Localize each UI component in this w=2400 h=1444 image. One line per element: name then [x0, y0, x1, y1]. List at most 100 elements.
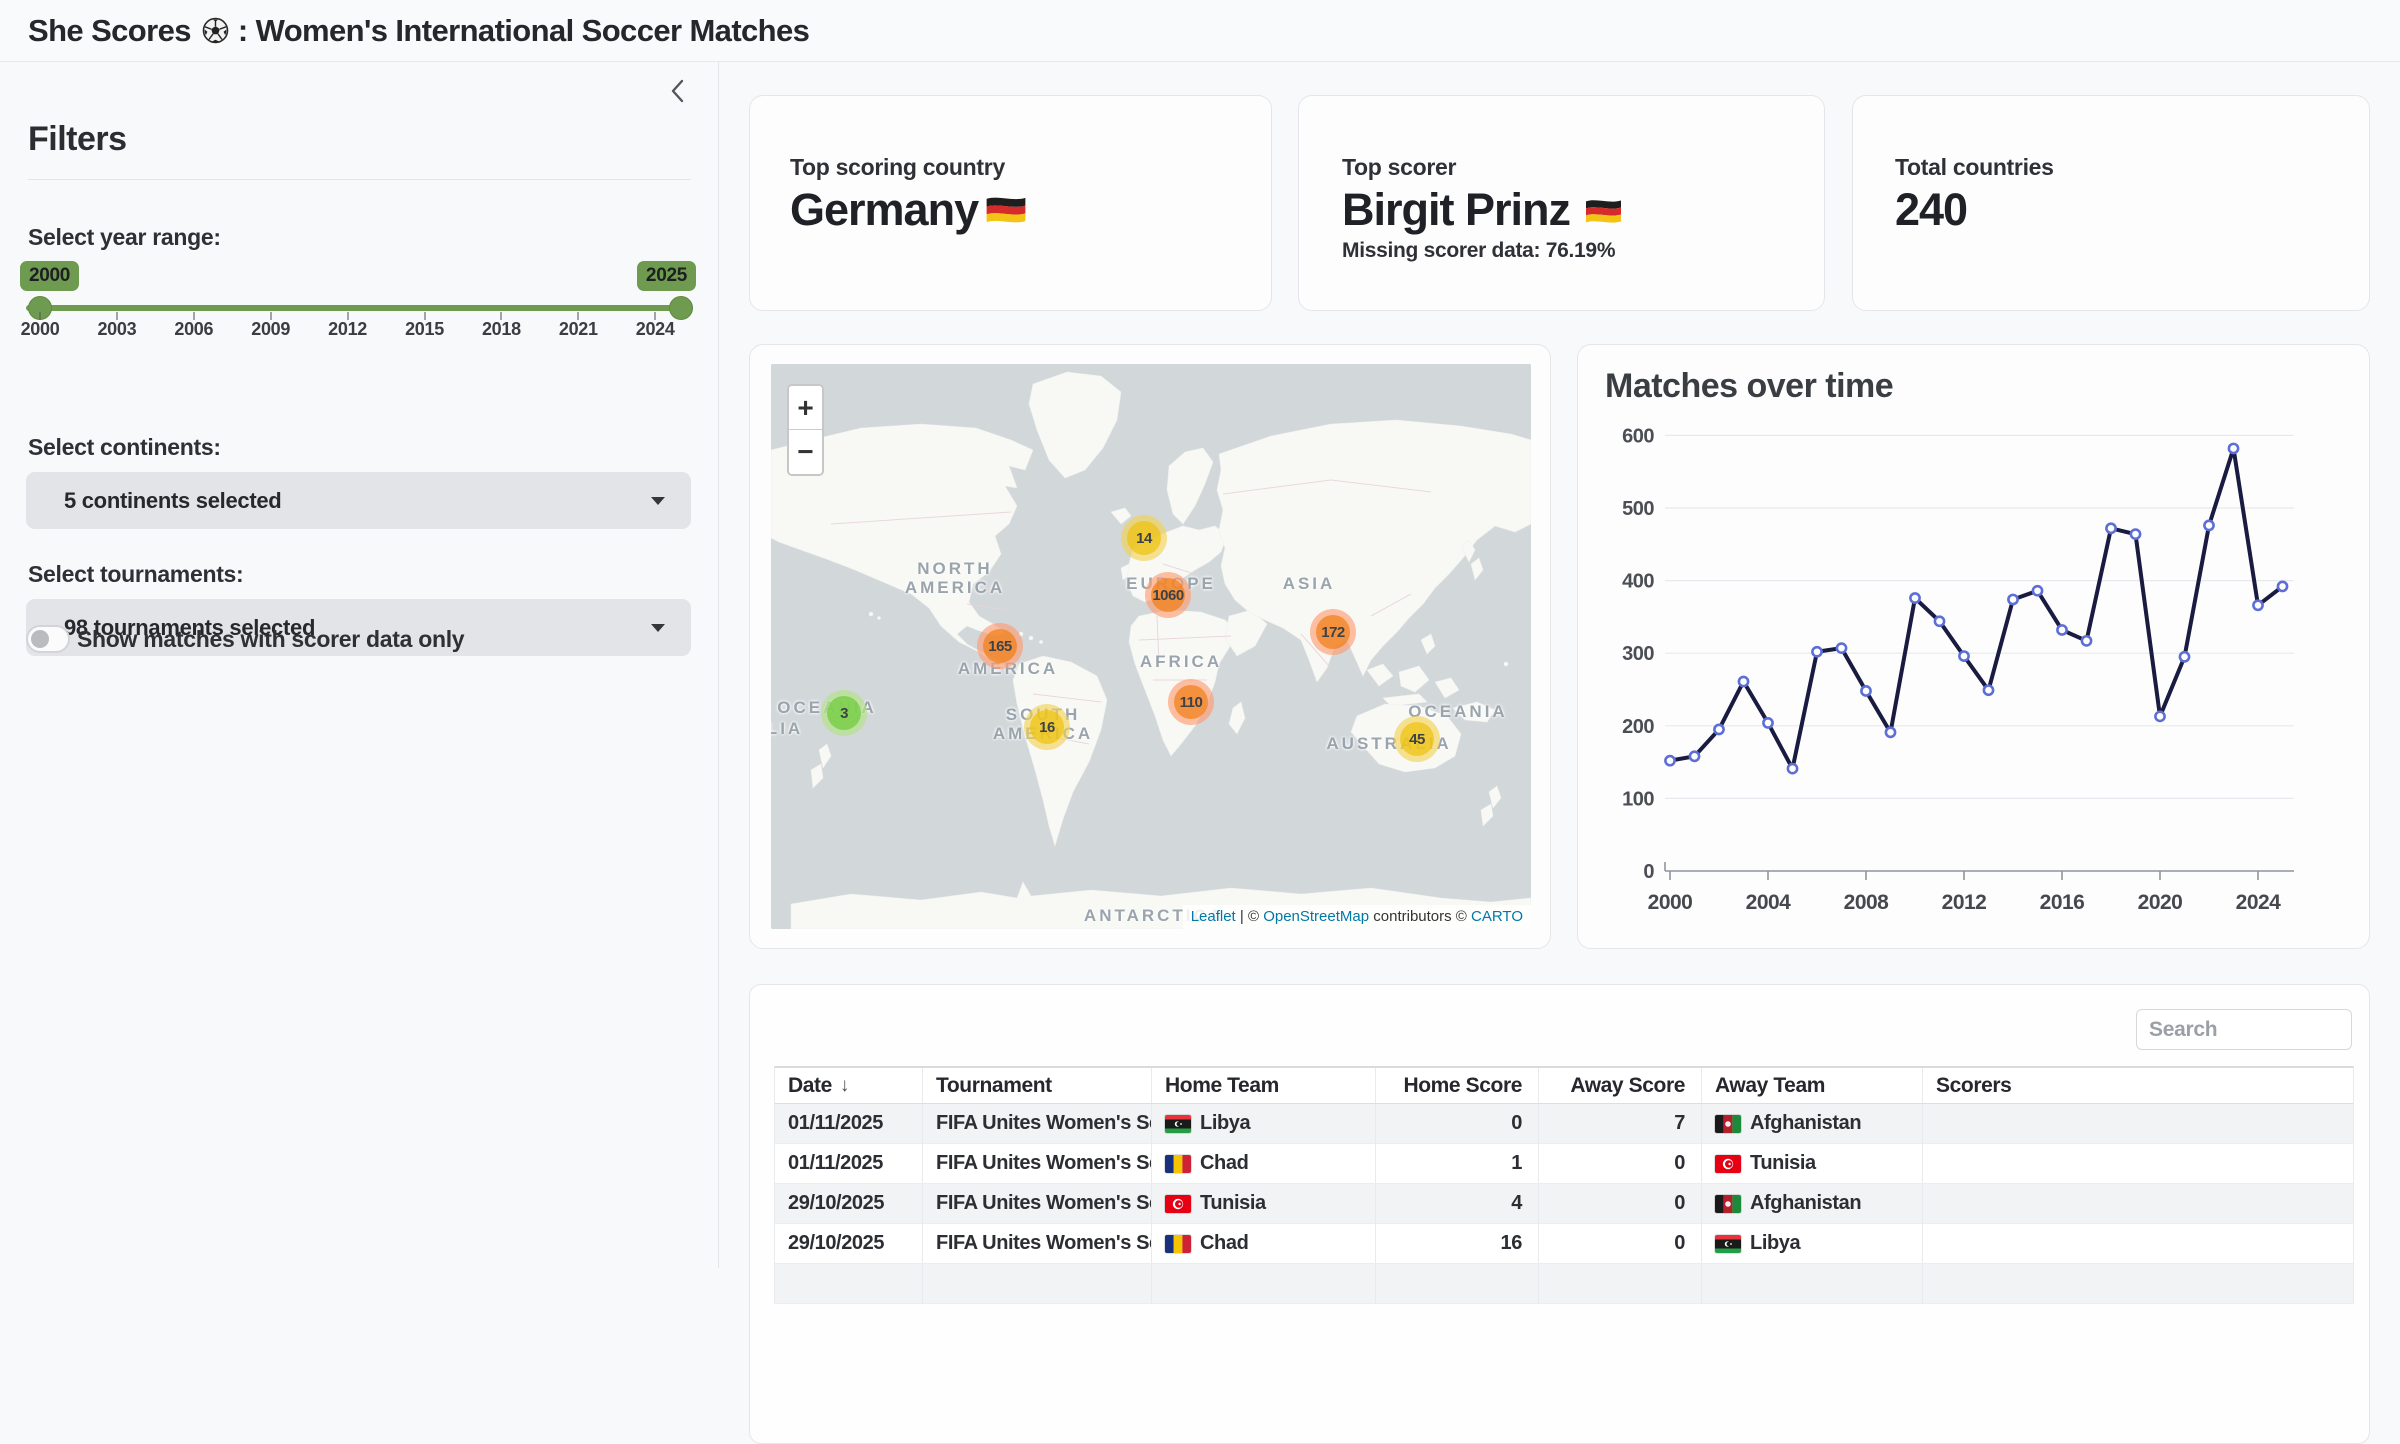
leaflet-link[interactable]: Leaflet — [1191, 908, 1236, 925]
map-land-svg — [771, 364, 1531, 929]
scorer-data-toggle[interactable] — [26, 625, 70, 653]
title-suffix: : Women's International Soccer Matches — [238, 13, 809, 49]
filters-title: Filters — [28, 120, 127, 159]
sidebar-filters: Filters Select year range: 2000 2025 200… — [0, 62, 719, 1268]
svg-text:2024: 2024 — [2236, 891, 2282, 914]
collapse-sidebar-button[interactable] — [660, 76, 694, 106]
toggle-knob — [31, 630, 49, 648]
svg-text:2004: 2004 — [1746, 891, 1792, 914]
table-header-cell[interactable]: Away Score — [1539, 1068, 1702, 1103]
table-header-cell[interactable]: Home Score — [1376, 1068, 1539, 1103]
cluster-count: 3 — [827, 696, 861, 730]
continents-select[interactable]: 5 continents selected — [26, 472, 691, 529]
scorer-toggle-label: Show matches with scorer data only — [77, 626, 464, 653]
map-continent-label: AMERICA — [905, 578, 1005, 598]
openstreetmap-link[interactable]: OpenStreetMap — [1263, 908, 1369, 925]
cell-home-team: Tunisia — [1152, 1184, 1376, 1223]
table-header-cell[interactable]: Away Team — [1702, 1068, 1923, 1103]
continents-label: Select continents: — [28, 434, 221, 461]
cell-home-score: 16 — [1376, 1224, 1539, 1263]
world-map[interactable]: NORTHAMERICAEUROPEASIAAMERICAAFRICASOUTH… — [771, 364, 1531, 929]
matches-line-chart: 0100200300400500600200020042008201220162… — [1578, 345, 2371, 950]
slider-max-badge: 2025 — [637, 261, 696, 291]
chevron-left-icon — [669, 78, 685, 104]
germany-flag-icon — [1584, 184, 1623, 236]
cell-scorers — [1923, 1104, 2353, 1143]
cell-home-team: Chad — [1152, 1144, 1376, 1183]
stat-label: Top scorer — [1342, 154, 1456, 181]
table-header-cell[interactable]: Home Team — [1152, 1068, 1376, 1103]
cluster-marker[interactable]: 172 — [1310, 609, 1356, 655]
divider — [28, 179, 691, 180]
stat-label: Top scoring country — [790, 154, 1005, 181]
slider-tick-label: 2000 — [21, 319, 60, 340]
cell-date: 29/10/2025 — [775, 1224, 923, 1263]
cluster-count: 110 — [1174, 685, 1208, 719]
stat-caption: Missing scorer data: 76.19% — [1342, 239, 1615, 263]
cluster-marker[interactable]: 165 — [977, 623, 1023, 669]
cell-away-team: Libya — [1702, 1224, 1923, 1263]
cell-scorers — [1923, 1224, 2353, 1263]
cluster-count: 172 — [1316, 615, 1350, 649]
slider-tick-label: 2018 — [482, 319, 521, 340]
svg-text:400: 400 — [1622, 571, 1654, 593]
search-input[interactable] — [2136, 1009, 2352, 1050]
cell-home-team: Libya — [1152, 1104, 1376, 1143]
table-row: 01/11/2025FIFA Unites Women's SeriesLiby… — [775, 1104, 2353, 1144]
carto-link[interactable]: CARTO — [1471, 908, 1523, 925]
cell-home-score: 1 — [1376, 1144, 1539, 1183]
table-header-cell[interactable]: Date↓ — [775, 1068, 923, 1103]
svg-text:500: 500 — [1622, 498, 1654, 520]
stat-value: 240 — [1895, 184, 1967, 236]
cell-tournament: FIFA Unites Women's Series — [923, 1104, 1152, 1143]
cell-date: 01/11/2025 — [775, 1144, 923, 1183]
sort-descending-icon: ↓ — [840, 1075, 849, 1097]
table-row-partial — [775, 1264, 2353, 1304]
cell-away-team: Afghanistan — [1702, 1104, 1923, 1143]
cell-empty — [1539, 1264, 1702, 1303]
cell-away-team: Afghanistan — [1702, 1184, 1923, 1223]
cluster-marker[interactable]: 16 — [1024, 704, 1070, 750]
Afghanistan-flag-icon — [1715, 1195, 1741, 1213]
cluster-count: 1060 — [1151, 578, 1185, 612]
cluster-marker[interactable]: 14 — [1121, 515, 1167, 561]
slider-track[interactable] — [26, 305, 693, 311]
chart-card: Matches over time 0100200300400500600200… — [1577, 344, 2370, 949]
cell-away-team: Tunisia — [1702, 1144, 1923, 1183]
cluster-marker[interactable]: 45 — [1394, 716, 1440, 762]
matches-table-card: Date↓TournamentHome TeamHome ScoreAway S… — [749, 984, 2370, 1444]
Tunisia-flag-icon — [1715, 1155, 1741, 1173]
Chad-flag-icon — [1165, 1235, 1191, 1253]
table-row: 29/10/2025FIFA Unites Women's SeriesChad… — [775, 1224, 2353, 1264]
cluster-marker[interactable]: 1060 — [1145, 572, 1191, 618]
cell-date: 01/11/2025 — [775, 1104, 923, 1143]
svg-text:2016: 2016 — [2040, 891, 2085, 914]
stat-card-top-scorer: Top scorer Birgit Prinz Missing scorer d… — [1298, 95, 1825, 311]
cell-empty — [1152, 1264, 1376, 1303]
Tunisia-flag-icon — [1165, 1195, 1191, 1213]
cell-scorers — [1923, 1144, 2353, 1183]
svg-text:2008: 2008 — [1844, 891, 1890, 914]
cell-away-score: 0 — [1539, 1184, 1702, 1223]
zoom-in-button[interactable]: + — [789, 386, 822, 430]
zoom-out-button[interactable]: − — [789, 430, 822, 474]
year-range-label: Select year range: — [28, 224, 221, 251]
map-zoom-control: + − — [787, 384, 824, 476]
table-header-row: Date↓TournamentHome TeamHome ScoreAway S… — [775, 1068, 2353, 1104]
matches-table: Date↓TournamentHome TeamHome ScoreAway S… — [774, 1066, 2354, 1304]
Chad-flag-icon — [1165, 1155, 1191, 1173]
table-header-cell[interactable]: Tournament — [923, 1068, 1152, 1103]
map-continent-label: NORTH — [917, 559, 992, 579]
cluster-marker[interactable]: 3 — [821, 690, 867, 736]
cell-home-team: Chad — [1152, 1224, 1376, 1263]
slider-handle-max[interactable] — [669, 296, 693, 320]
svg-text:300: 300 — [1622, 643, 1654, 665]
stat-label: Total countries — [1895, 154, 2054, 181]
stat-value: Birgit Prinz — [1342, 184, 1623, 236]
table-header-cell[interactable]: Scorers — [1923, 1068, 2353, 1103]
cell-empty — [775, 1264, 923, 1303]
continents-selected-value: 5 continents selected — [64, 488, 281, 514]
slider-tick-label: 2021 — [559, 319, 598, 340]
svg-text:600: 600 — [1622, 425, 1654, 447]
cluster-marker[interactable]: 110 — [1168, 679, 1214, 725]
